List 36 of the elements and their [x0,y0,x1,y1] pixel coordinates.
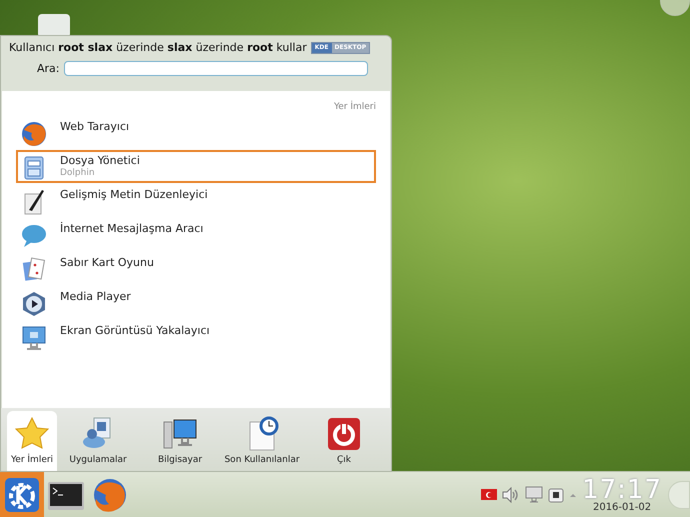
menu-tab[interactable]: Son Kullanılanlar [221,411,304,471]
item-title: Web Tarayıcı [60,120,130,132]
section-title: Yer İmleri [334,101,376,114]
kde-logo-icon [3,476,41,514]
item-title: Gelişmiş Metin Düzenleyici [60,188,208,200]
menu-tab[interactable]: Uygulamalar [57,411,140,471]
item-title: İnternet Mesajlaşma Aracı [60,222,204,234]
menu-item[interactable]: Media Player [16,286,376,318]
expand-arrow-icon[interactable] [569,492,578,498]
speaker-icon[interactable] [502,486,520,502]
play-icon [20,290,48,318]
monitor-icon[interactable] [525,486,544,503]
monitor-icon [20,324,48,352]
globe-icon [20,120,48,148]
power-icon [326,416,362,452]
menu-tab[interactable]: Çık [303,411,385,471]
clock-date[interactable]: 2016-01-02 [592,502,652,512]
search-field[interactable] [64,61,368,76]
item-subtitle: Dolphin [60,166,96,180]
menu-tab[interactable]: Bilgisayar [139,411,222,471]
cards-icon [20,256,48,284]
item-title: Sabır Kart Oyunu [60,256,154,268]
turkish-flag-icon[interactable] [481,489,498,500]
menu-item[interactable]: Dosya Yönetici Dolphin [16,150,376,182]
menu-item[interactable]: İnternet Mesajlaşma Aracı [16,218,376,250]
item-title: Ekran Görüntüsü Yakalayıcı [60,324,210,336]
search-label: Ara: [37,60,60,76]
item-title: Media Player [60,290,131,302]
menu-item[interactable]: Ekran Görüntüsü Yakalayıcı [16,320,376,352]
menu-item[interactable]: Sabır Kart Oyunu [16,252,376,284]
star-icon [14,416,50,452]
menu-tab[interactable]: Yer İmleri [7,411,58,471]
header-text: Kullanıcı root slax üzerinde slax üzerinde root kullar [9,40,307,56]
menu-item[interactable]: Web Tarayıcı [16,116,376,148]
menu-item[interactable]: Gelişmiş Metin Düzenleyici [16,184,376,216]
item-title: Dosya Yönetici [60,154,140,166]
